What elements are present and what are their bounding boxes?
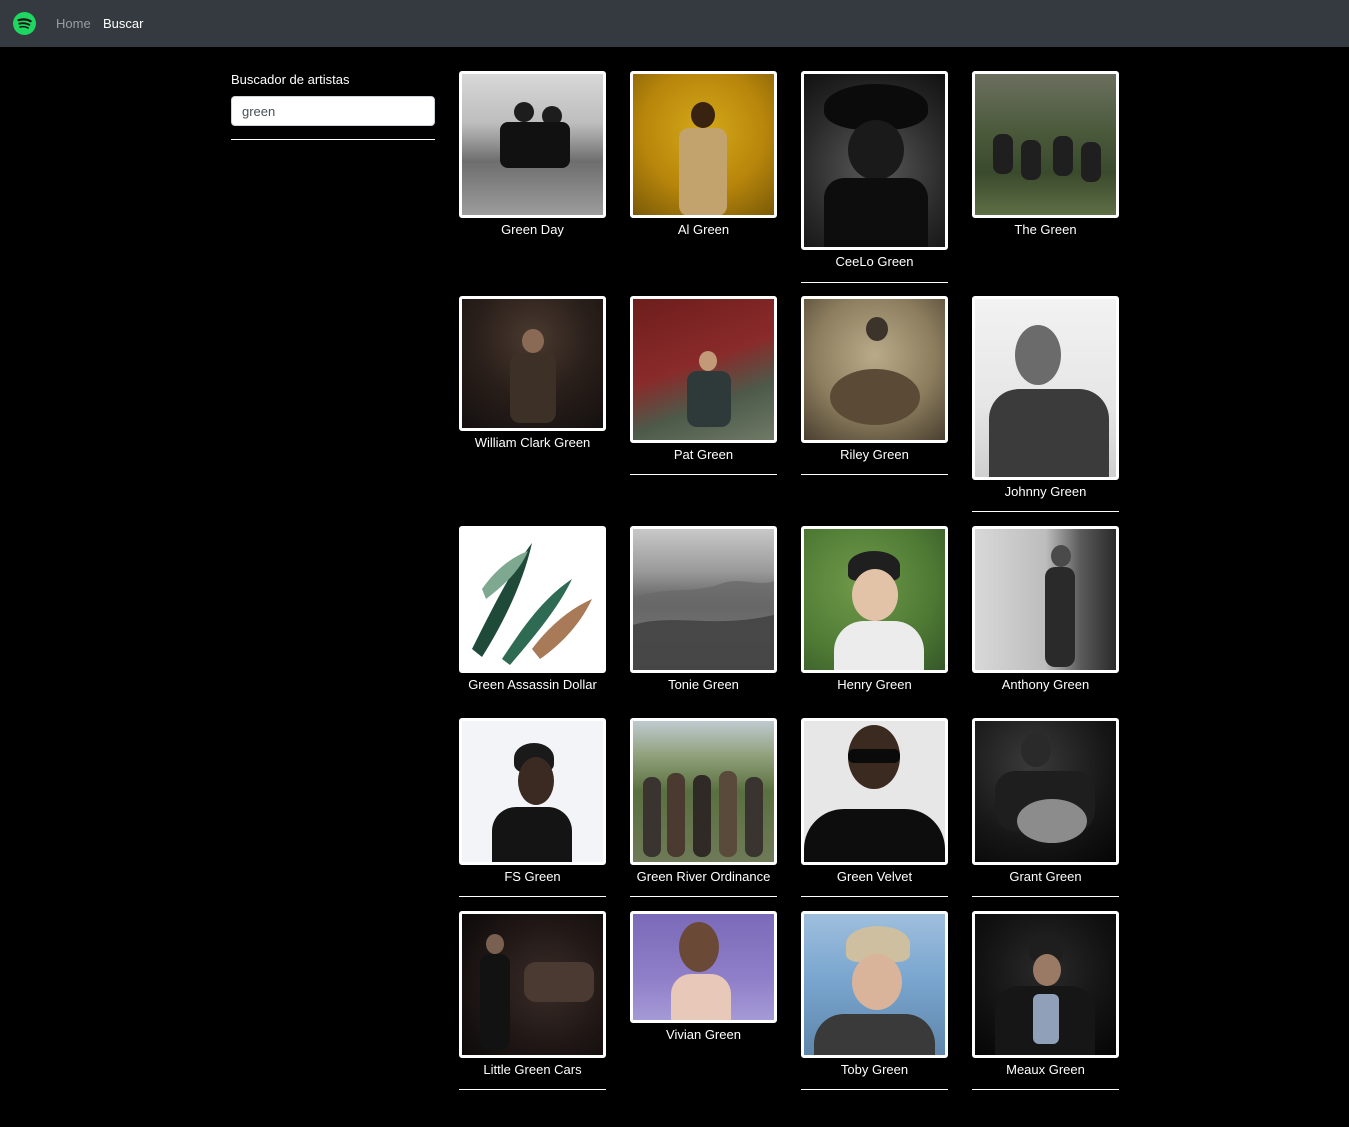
artist-image[interactable] <box>630 71 777 218</box>
spotify-logo-icon[interactable] <box>13 12 36 35</box>
navbar: Home Buscar <box>0 0 1349 47</box>
artist-name[interactable]: Green Velvet <box>801 869 948 885</box>
card-divider <box>801 474 948 475</box>
artist-image[interactable] <box>801 718 948 865</box>
artist-image[interactable] <box>801 911 948 1058</box>
artist-name[interactable]: Pat Green <box>630 447 777 463</box>
artist-name[interactable]: Henry Green <box>801 677 948 693</box>
artist-image[interactable] <box>972 718 1119 865</box>
card-divider <box>630 896 777 897</box>
card-divider <box>459 1089 606 1090</box>
artist-image[interactable] <box>801 296 948 443</box>
nav-search-link[interactable]: Buscar <box>103 16 143 32</box>
artist-image[interactable] <box>801 526 948 673</box>
artist-card-green-assassin-dollar[interactable]: Green Assassin Dollar <box>459 526 606 693</box>
artist-card-green-river-ordinance[interactable]: Green River Ordinance <box>630 718 777 897</box>
card-divider <box>801 896 948 897</box>
artist-image[interactable] <box>459 718 606 865</box>
artist-name[interactable]: Anthony Green <box>972 677 1119 693</box>
card-divider <box>459 896 606 897</box>
artist-name[interactable]: Riley Green <box>801 447 948 463</box>
artist-card-little-green-cars[interactable]: Little Green Cars <box>459 911 606 1090</box>
artist-name[interactable]: CeeLo Green <box>801 254 948 270</box>
artist-card-william-clark-green[interactable]: William Clark Green <box>459 296 606 451</box>
artist-card-al-green[interactable]: Al Green <box>630 71 777 238</box>
artist-card-grant-green[interactable]: Grant Green <box>972 718 1119 897</box>
artist-image[interactable] <box>972 911 1119 1058</box>
artist-card-fs-green[interactable]: FS Green <box>459 718 606 897</box>
artist-name[interactable]: Johnny Green <box>972 484 1119 500</box>
artist-image[interactable] <box>630 526 777 673</box>
artist-card-henry-green[interactable]: Henry Green <box>801 526 948 693</box>
artist-card-anthony-green[interactable]: Anthony Green <box>972 526 1119 693</box>
search-label: Buscador de artistas <box>231 72 350 87</box>
artist-name[interactable]: Grant Green <box>972 869 1119 885</box>
artist-image[interactable] <box>801 71 948 250</box>
artist-card-ceelo-green[interactable]: CeeLo Green <box>801 71 948 283</box>
artist-image[interactable] <box>972 71 1119 218</box>
artist-name[interactable]: Vivian Green <box>630 1027 777 1043</box>
artist-name[interactable]: Toby Green <box>801 1062 948 1078</box>
artist-image[interactable] <box>630 718 777 865</box>
artist-name[interactable]: Green Day <box>459 222 606 238</box>
artist-card-riley-green[interactable]: Riley Green <box>801 296 948 475</box>
sidebar-divider <box>231 139 435 140</box>
artist-name[interactable]: The Green <box>972 222 1119 238</box>
artist-image[interactable] <box>972 296 1119 480</box>
artist-name[interactable]: Green River Ordinance <box>630 869 777 885</box>
artist-card-toby-green[interactable]: Toby Green <box>801 911 948 1090</box>
artist-image[interactable] <box>630 296 777 443</box>
artist-card-meaux-green[interactable]: Meaux Green <box>972 911 1119 1090</box>
artist-search-input[interactable] <box>231 96 435 126</box>
card-divider <box>972 1089 1119 1090</box>
artist-name[interactable]: William Clark Green <box>459 435 606 451</box>
artist-name[interactable]: Al Green <box>630 222 777 238</box>
search-sidebar: Buscador de artistas <box>231 72 435 140</box>
artist-name[interactable]: Tonie Green <box>630 677 777 693</box>
artist-image[interactable] <box>459 526 606 673</box>
artist-card-green-day[interactable]: Green Day <box>459 71 606 238</box>
card-divider <box>630 474 777 475</box>
artist-image[interactable] <box>459 71 606 218</box>
nav-home-link[interactable]: Home <box>56 16 91 32</box>
artist-card-tonie-green[interactable]: Tonie Green <box>630 526 777 693</box>
artist-card-pat-green[interactable]: Pat Green <box>630 296 777 475</box>
card-divider <box>801 282 948 283</box>
artist-card-the-green[interactable]: The Green <box>972 71 1119 238</box>
artist-name[interactable]: Green Assassin Dollar <box>459 677 606 693</box>
artist-name[interactable]: Little Green Cars <box>459 1062 606 1078</box>
artist-card-vivian-green[interactable]: Vivian Green <box>630 911 777 1043</box>
artist-image[interactable] <box>459 296 606 431</box>
artist-image[interactable] <box>972 526 1119 673</box>
artist-image[interactable] <box>459 911 606 1058</box>
artist-image[interactable] <box>630 911 777 1023</box>
card-divider <box>972 511 1119 512</box>
artist-name[interactable]: Meaux Green <box>972 1062 1119 1078</box>
artist-card-johnny-green[interactable]: Johnny Green <box>972 296 1119 512</box>
card-divider <box>801 1089 948 1090</box>
card-divider <box>972 896 1119 897</box>
artist-card-green-velvet[interactable]: Green Velvet <box>801 718 948 897</box>
artist-name[interactable]: FS Green <box>459 869 606 885</box>
